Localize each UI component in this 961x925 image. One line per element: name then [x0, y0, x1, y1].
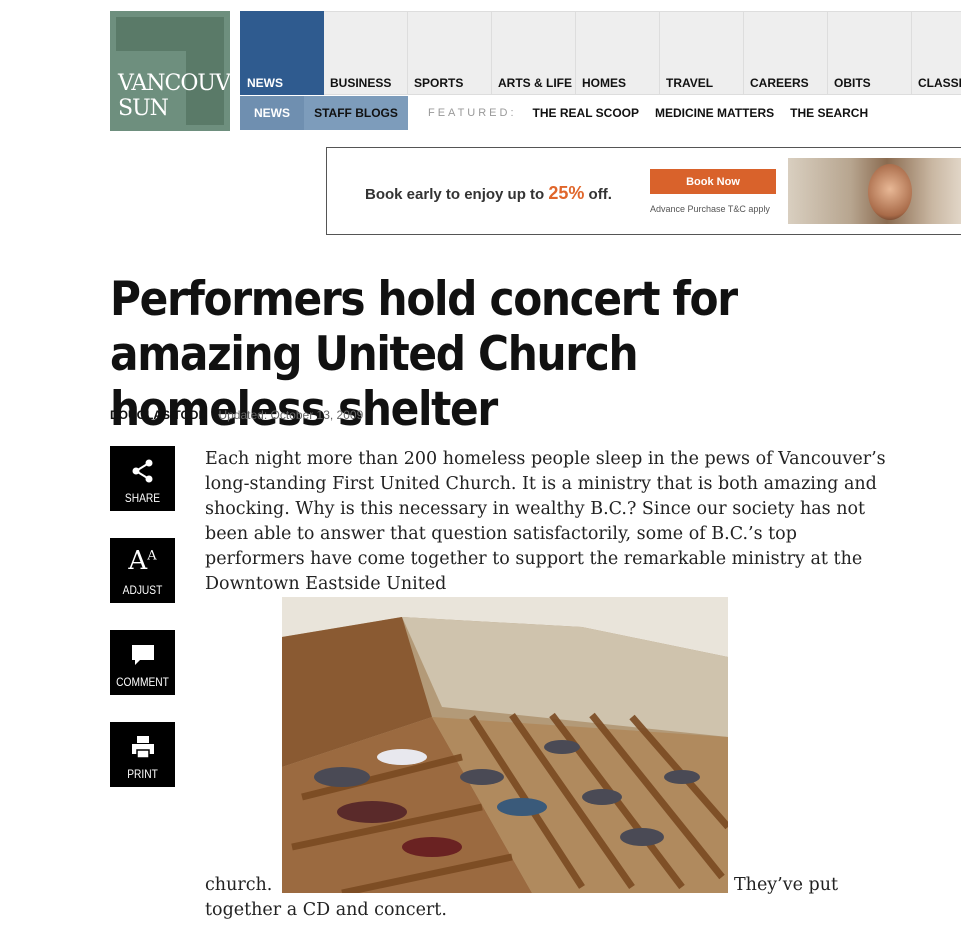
article-text-church: church. — [205, 875, 273, 895]
comment-icon — [110, 642, 175, 675]
print-button[interactable]: PRINT — [110, 722, 175, 787]
vancouver-sun-logo[interactable]: VANCOUVER SUN — [110, 11, 261, 131]
adjust-text-button[interactable]: AA ADJUST — [110, 538, 175, 603]
print-label: PRINT — [127, 767, 158, 781]
nav-tab-travel[interactable]: TRAVEL — [660, 11, 744, 95]
featured-label: FEATURED: — [428, 107, 517, 119]
nav-tab-classifieds[interactable]: CLASSI — [912, 11, 961, 95]
author-name[interactable]: DOUGLAS TODD — [110, 408, 207, 422]
byline: DOUGLAS TODD Updated: October 13, 2009 — [110, 408, 363, 422]
nav-tab-careers[interactable]: CAREERS — [744, 11, 828, 95]
featured-link-the-search[interactable]: THE SEARCH — [790, 106, 868, 120]
ad-headline: Book early to enjoy up to 25% off. — [365, 183, 612, 203]
nav-tab-obits[interactable]: OBITS — [828, 11, 912, 95]
featured-link-real-scoop[interactable]: THE REAL SCOOP — [533, 106, 639, 120]
updated-date: Updated: October 13, 2009 — [218, 408, 364, 422]
adjust-label: ADJUST — [122, 583, 163, 597]
nav-tab-news[interactable]: NEWS — [240, 11, 324, 95]
nav-tab-sports[interactable]: SPORTS — [408, 11, 492, 95]
subnav-news[interactable]: NEWS — [240, 96, 304, 130]
subnav-staff-blogs[interactable]: STAFF BLOGS — [304, 96, 408, 130]
ad-photo — [788, 158, 961, 224]
nav-tab-homes[interactable]: HOMES — [576, 11, 660, 95]
ad-percent: 25% — [548, 183, 585, 203]
font-size-icon: AA — [128, 546, 157, 576]
article-paragraph: Each night more than 200 homeless people… — [205, 449, 886, 594]
print-icon — [110, 734, 175, 767]
ad-photo-person — [868, 164, 912, 220]
comment-label: COMMENT — [116, 675, 169, 689]
advertisement-banner[interactable]: Book early to enjoy up to 25% off. Book … — [326, 147, 961, 235]
sub-navigation: NEWS STAFF BLOGS FEATURED: THE REAL SCOO… — [240, 96, 868, 130]
article-body: Each night more than 200 homeless people… — [205, 447, 895, 597]
article-text-last: together a CD and concert. — [205, 900, 447, 920]
book-now-button[interactable]: Book Now — [650, 169, 776, 194]
ad-fine-print: Advance Purchase T&C apply — [650, 204, 770, 214]
article-photo-church-shelter — [282, 597, 728, 893]
share-label: SHARE — [124, 491, 161, 505]
share-button[interactable]: SHARE — [110, 446, 175, 511]
top-navigation: NEWS BUSINESS SPORTS ARTS & LIFE HOMES T… — [240, 11, 961, 95]
article-text-after: They’ve put — [734, 875, 839, 895]
nav-tab-arts-life[interactable]: ARTS & LIFE — [492, 11, 576, 95]
featured-link-medicine-matters[interactable]: MEDICINE MATTERS — [655, 106, 774, 120]
share-icon — [110, 458, 175, 491]
nav-tab-business[interactable]: BUSINESS — [324, 11, 408, 95]
comment-button[interactable]: COMMENT — [110, 630, 175, 695]
